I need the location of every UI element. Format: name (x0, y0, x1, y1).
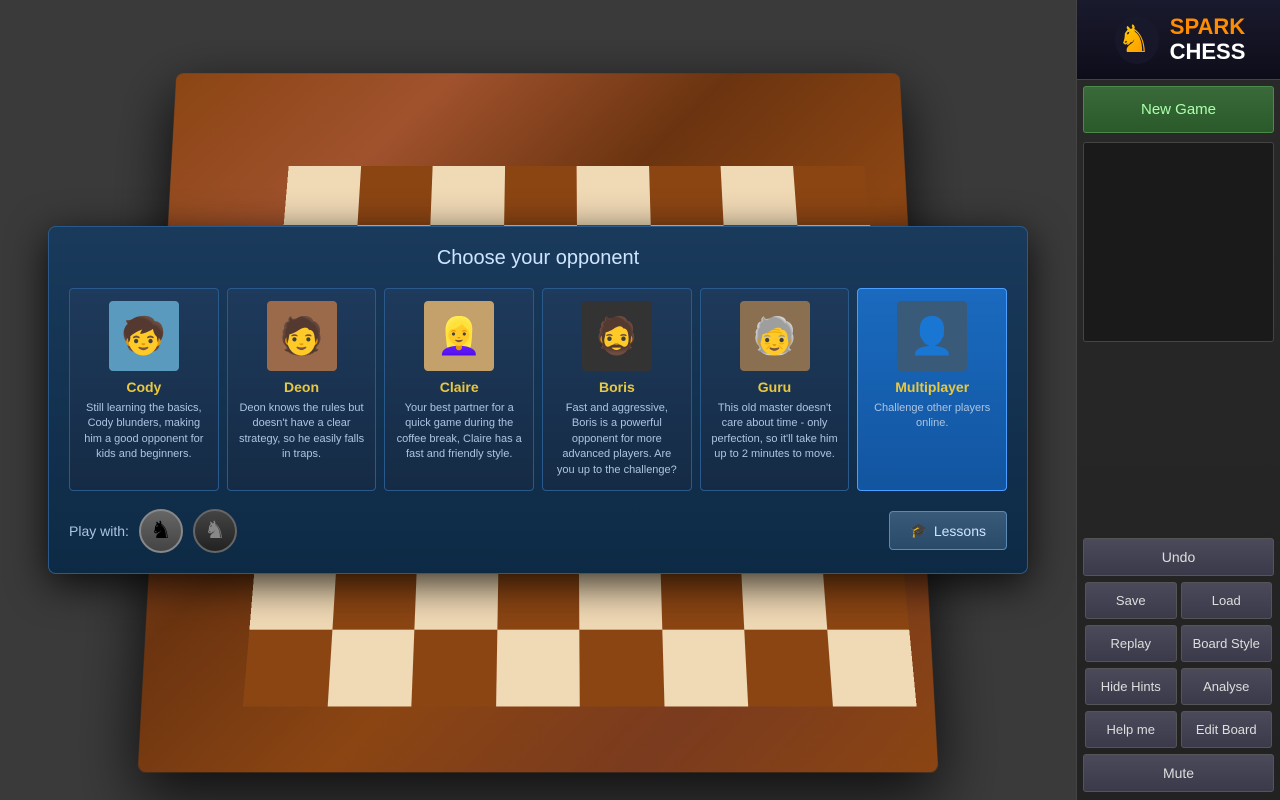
opponent-desc-deon: Deon knows the rules but doesn't have a … (238, 401, 366, 463)
opponent-name-guru: Guru (711, 379, 839, 395)
play-with-label: Play with: (69, 523, 129, 539)
sidebar-spacer (1077, 345, 1280, 535)
undo-button[interactable]: Undo (1083, 538, 1274, 576)
logo-text: SPARK CHESS (1170, 15, 1246, 63)
analyse-button[interactable]: Analyse (1181, 668, 1273, 705)
mute-button[interactable]: Mute (1083, 754, 1274, 792)
opponent-name-cody: Cody (80, 379, 208, 395)
opponent-desc-guru: This old master doesn't care about time … (711, 401, 839, 463)
opponent-desc-multiplayer: Challenge other players online. (868, 401, 996, 432)
sidebar: ♞ SPARK CHESS New Game Undo Save Load Re… (1076, 0, 1280, 800)
svg-text:♞: ♞ (1117, 19, 1151, 61)
opponent-desc-cody: Still learning the basics, Cody blunders… (80, 401, 208, 463)
opponent-card-claire[interactable]: 👱‍♀️ Claire Your best partner for a quic… (384, 288, 534, 491)
avatar-emoji-deon: 🧑 (279, 301, 324, 371)
avatar-guru: 🧓 (740, 301, 810, 371)
graduation-icon: 🎓 (910, 522, 927, 539)
opponent-desc-claire: Your best partner for a quick game durin… (395, 401, 523, 463)
logo-icon: ♞ (1112, 12, 1162, 67)
white-knight-icon: ♞ (150, 516, 172, 545)
game-info-panel (1083, 142, 1274, 342)
modal-overlay: Choose your opponent 🧒 Cody Still learni… (0, 0, 1076, 800)
avatar-boris: 🧔 (582, 301, 652, 371)
board-style-button[interactable]: Board Style (1181, 625, 1273, 662)
avatar-emoji-multiplayer: 👤 (910, 301, 955, 371)
new-game-button[interactable]: New Game (1083, 86, 1274, 133)
avatar-emoji-boris: 🧔 (594, 301, 639, 371)
knight-logo-svg: ♞ (1113, 14, 1161, 66)
black-piece-option[interactable]: ♞ (193, 509, 237, 553)
black-knight-icon: ♞ (204, 516, 226, 545)
edit-board-button[interactable]: Edit Board (1181, 711, 1273, 748)
help-me-button[interactable]: Help me (1085, 711, 1177, 748)
logo-chess: CHESS (1170, 40, 1246, 64)
white-piece-option[interactable]: ♞ (139, 509, 183, 553)
avatar-emoji-cody: 🧒 (121, 301, 166, 371)
replay-boardstyle-row: Replay Board Style (1083, 625, 1274, 662)
opponent-card-boris[interactable]: 🧔 Boris Fast and aggressive, Boris is a … (542, 288, 692, 491)
opponent-modal: Choose your opponent 🧒 Cody Still learni… (48, 226, 1028, 574)
avatar-emoji-claire: 👱‍♀️ (437, 301, 482, 371)
save-load-row: Save Load (1083, 582, 1274, 619)
replay-button[interactable]: Replay (1085, 625, 1177, 662)
opponent-name-deon: Deon (238, 379, 366, 395)
avatar-emoji-guru: 🧓 (752, 301, 797, 371)
opponent-card-multiplayer[interactable]: 👤 Multiplayer Challenge other players on… (857, 288, 1007, 491)
spark-chess-logo: ♞ SPARK CHESS (1112, 12, 1246, 67)
opponent-card-guru[interactable]: 🧓 Guru This old master doesn't care abou… (700, 288, 850, 491)
opponent-card-cody[interactable]: 🧒 Cody Still learning the basics, Cody b… (69, 288, 219, 491)
opponent-name-boris: Boris (553, 379, 681, 395)
opponent-card-deon[interactable]: 🧑 Deon Deon knows the rules but doesn't … (227, 288, 377, 491)
modal-title: Choose your opponent (69, 247, 1007, 270)
sidebar-header: ♞ SPARK CHESS (1077, 0, 1280, 80)
hints-analyse-row: Hide Hints Analyse (1083, 668, 1274, 705)
hide-hints-button[interactable]: Hide Hints (1085, 668, 1177, 705)
avatar-cody: 🧒 (109, 301, 179, 371)
avatar-deon: 🧑 (267, 301, 337, 371)
help-edit-row: Help me Edit Board (1083, 711, 1274, 748)
logo-spark: SPARK (1170, 15, 1246, 39)
modal-footer: Play with: ♞ ♞ 🎓 Lessons (69, 509, 1007, 553)
lessons-button[interactable]: 🎓 Lessons (889, 511, 1007, 550)
opponent-name-multiplayer: Multiplayer (868, 379, 996, 395)
load-button[interactable]: Load (1181, 582, 1273, 619)
board-area: Choose your opponent 🧒 Cody Still learni… (0, 0, 1076, 800)
save-button[interactable]: Save (1085, 582, 1177, 619)
opponents-grid: 🧒 Cody Still learning the basics, Cody b… (69, 288, 1007, 491)
avatar-multiplayer: 👤 (897, 301, 967, 371)
play-with-section: Play with: ♞ ♞ (69, 509, 237, 553)
opponent-name-claire: Claire (395, 379, 523, 395)
opponent-desc-boris: Fast and aggressive, Boris is a powerful… (553, 401, 681, 478)
avatar-claire: 👱‍♀️ (424, 301, 494, 371)
